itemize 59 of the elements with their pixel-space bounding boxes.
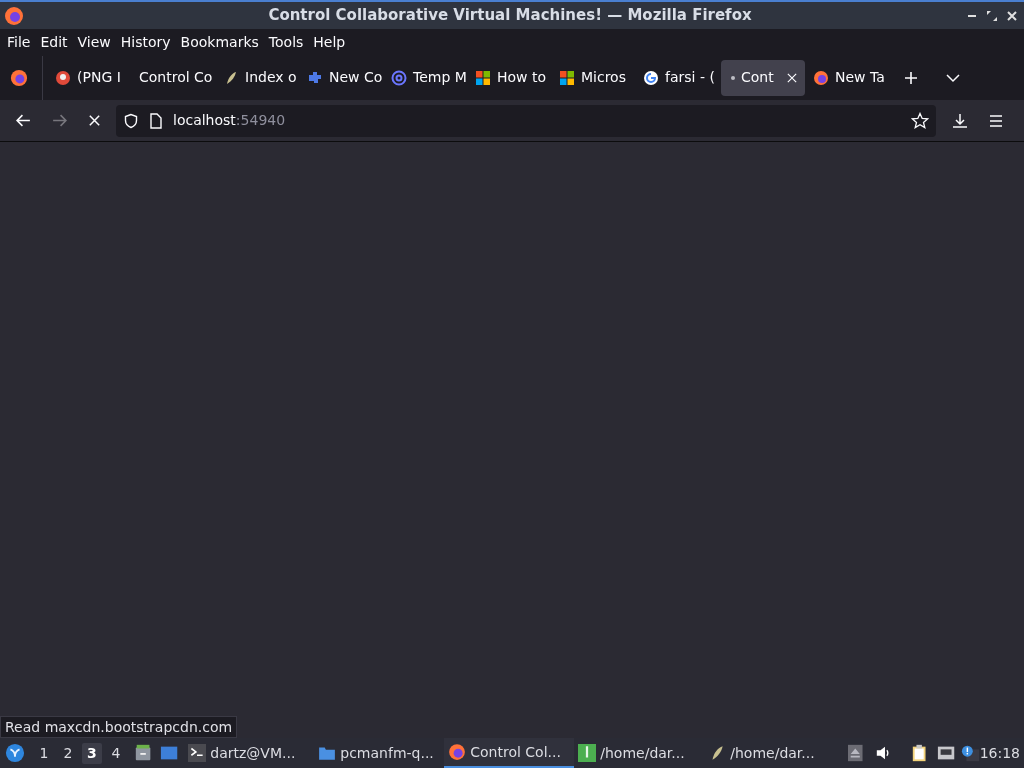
taskbar-button[interactable]: /home/dar... bbox=[574, 738, 705, 768]
menu-item[interactable]: View bbox=[72, 31, 116, 53]
taskbar-button[interactable]: /home/dar... bbox=[704, 738, 835, 768]
stop-icon[interactable] bbox=[87, 113, 102, 128]
browser-tab[interactable]: Index o bbox=[217, 59, 299, 96]
notification-icon[interactable] bbox=[961, 744, 980, 762]
shield-icon[interactable] bbox=[123, 112, 139, 129]
taskbar-button[interactable]: pcmanfm-q... bbox=[314, 738, 445, 768]
browser-tab[interactable]: Control Co bbox=[133, 59, 215, 96]
url-text: localhost:54940 bbox=[173, 111, 286, 130]
menu-item[interactable]: Bookmarks bbox=[175, 31, 264, 53]
menu-item[interactable]: Edit bbox=[35, 31, 73, 53]
windows-logo-icon bbox=[559, 69, 575, 86]
address-bar[interactable]: localhost:54940 bbox=[116, 104, 936, 137]
clock[interactable]: 16:18 bbox=[979, 742, 1020, 764]
start-menu-icon[interactable] bbox=[5, 742, 25, 764]
file-cabinet-icon[interactable] bbox=[133, 743, 153, 763]
g-letter-icon bbox=[643, 69, 659, 86]
workspace-button[interactable]: 3 bbox=[81, 742, 102, 764]
menu-item[interactable]: Help bbox=[308, 31, 351, 53]
download-icon[interactable] bbox=[952, 112, 968, 129]
star-icon[interactable] bbox=[911, 111, 929, 130]
dot-icon bbox=[731, 75, 735, 80]
status-text: Read maxcdn.bootstrapcdn.com bbox=[0, 716, 238, 738]
taskbar-button[interactable]: Control Col... bbox=[444, 738, 575, 768]
maximize-icon[interactable] bbox=[986, 9, 998, 22]
back-icon[interactable] bbox=[15, 112, 32, 129]
firefox-icon[interactable] bbox=[10, 68, 28, 87]
menu-item[interactable]: History bbox=[115, 31, 176, 53]
close-tab-icon[interactable] bbox=[787, 72, 797, 83]
close-icon[interactable] bbox=[1006, 9, 1018, 22]
browser-tab[interactable]: farsi - ( bbox=[637, 59, 719, 96]
terminal-icon bbox=[188, 744, 207, 762]
browser-tab[interactable]: How to bbox=[469, 59, 551, 96]
browser-tab[interactable]: Temp M bbox=[385, 59, 467, 96]
new-tab-icon[interactable] bbox=[903, 69, 919, 86]
browser-tab[interactable]: (PNG I bbox=[49, 59, 131, 96]
taskbar-button[interactable]: dartz@VM... bbox=[184, 738, 315, 768]
firefox-icon bbox=[4, 5, 24, 26]
browser-tab[interactable]: Cont bbox=[721, 59, 805, 96]
workspace-button[interactable]: 4 bbox=[105, 742, 126, 764]
page-icon bbox=[149, 112, 163, 129]
window-title: Control Collaborative Virtual Machines! — Mozilla Firefox bbox=[268, 5, 752, 27]
eject-icon[interactable] bbox=[848, 744, 863, 762]
firefox-icon bbox=[448, 743, 467, 761]
firefox-icon bbox=[813, 69, 829, 86]
folder-icon bbox=[318, 744, 337, 762]
forward-icon[interactable] bbox=[51, 112, 68, 129]
puzzle-icon bbox=[307, 69, 323, 86]
menu-item[interactable]: File bbox=[2, 31, 36, 53]
menu-icon[interactable] bbox=[988, 112, 1004, 129]
browser-tab[interactable]: Micros bbox=[553, 59, 635, 96]
workspace-button[interactable]: 1 bbox=[33, 742, 54, 764]
browser-tab[interactable]: New Co bbox=[301, 59, 383, 96]
desktop-icon[interactable] bbox=[160, 744, 179, 762]
workspace-button[interactable]: 2 bbox=[57, 742, 78, 764]
menu-item[interactable]: Tools bbox=[263, 31, 309, 53]
windows-logo-icon bbox=[475, 69, 491, 86]
browser-tab[interactable]: New Ta bbox=[807, 59, 889, 96]
